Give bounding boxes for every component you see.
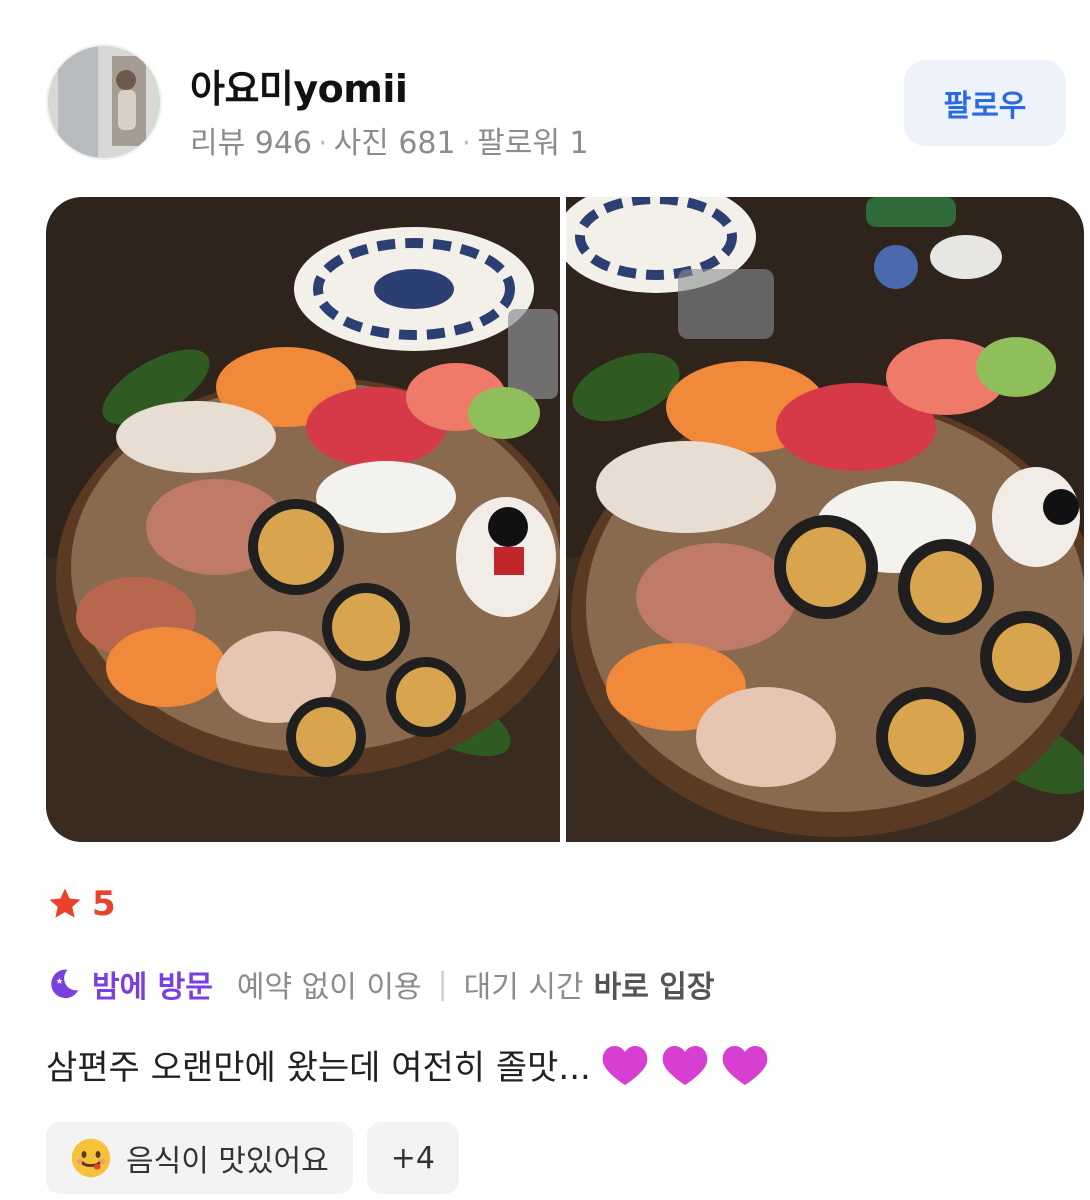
moon-icon — [51, 969, 79, 999]
review-count: 946 — [254, 126, 313, 161]
visit-time: 밤에 방문 — [92, 970, 213, 1005]
follower-count-label: 팔로워 — [477, 126, 560, 161]
reviewer-name[interactable]: 아요미yomii — [190, 58, 408, 113]
reviewer-stats: 리뷰 946 · 사진 681 · 팔로워 1 — [190, 118, 589, 162]
review-tags: 음식이 맛있어요 +4 — [46, 1122, 473, 1194]
photo-count: 681 — [398, 126, 456, 161]
tag-delicious-food[interactable]: 음식이 맛있어요 — [46, 1122, 353, 1194]
review-photos — [46, 197, 1084, 842]
divider: | — [437, 966, 448, 1002]
review-count-label: 리뷰 — [190, 126, 246, 161]
review-photo-1[interactable] — [46, 197, 560, 842]
visit-info: 밤에 방문 예약 없이 이용 | 대기 시간 바로 입장 — [46, 962, 714, 1006]
review-body: 삼편주 오랜만에 왔는데 여전히 졸맛... — [46, 1040, 781, 1089]
more-tags-count: +4 — [390, 1140, 435, 1176]
follower-count: 1 — [569, 126, 589, 161]
avatar[interactable] — [48, 46, 160, 158]
star-icon — [49, 888, 81, 918]
separator-dot: · — [318, 126, 328, 161]
purple-heart-icon — [602, 1045, 648, 1085]
reviewer-profile: 아요미yomii 리뷰 946 · 사진 681 · 팔로워 1 팔로우 — [48, 46, 1066, 162]
star-rating: 5 — [46, 884, 116, 924]
separator-dot: · — [461, 126, 472, 161]
reservation-value: 예약 없이 이용 — [236, 970, 422, 1005]
purple-heart-icon — [662, 1045, 708, 1085]
smiling-face-icon — [71, 1138, 111, 1178]
review-photo-2[interactable] — [566, 197, 1084, 842]
follow-button[interactable]: 팔로우 — [904, 60, 1066, 146]
wait-time-key: 대기 시간 — [463, 970, 584, 1005]
purple-heart-icon — [722, 1045, 768, 1085]
wait-time-value: 바로 입장 — [593, 970, 715, 1005]
review-text: 삼편주 오랜만에 왔는데 여전히 졸맛... — [46, 1048, 591, 1088]
tag-label: 음식이 맛있어요 — [126, 1144, 329, 1179]
emoji-group — [601, 1042, 781, 1088]
rating-value: 5 — [92, 884, 116, 924]
more-tags-button[interactable]: +4 — [366, 1122, 459, 1194]
photo-count-label: 사진 — [333, 126, 389, 161]
